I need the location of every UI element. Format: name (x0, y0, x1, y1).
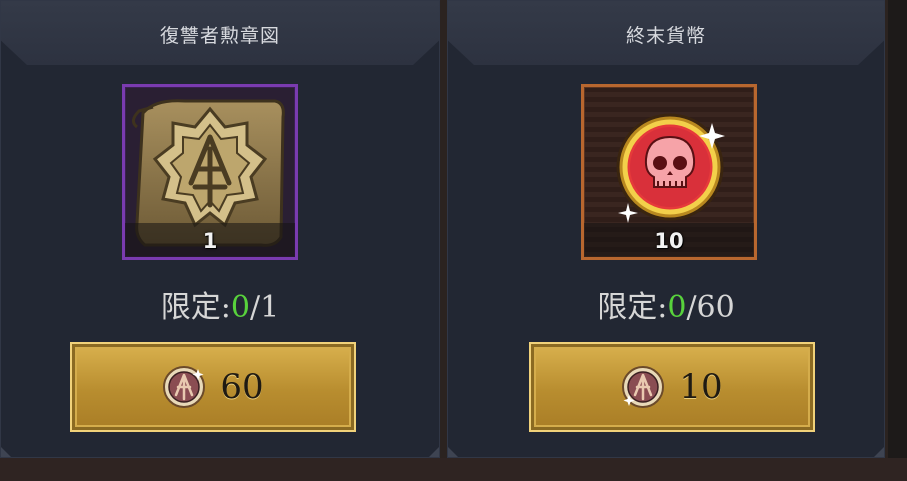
price-amount: 60 (220, 367, 264, 407)
limit-total: /1 (250, 290, 280, 325)
buy-button[interactable]: 60 (70, 342, 356, 432)
limit-label: 限定: (597, 290, 668, 325)
item-quantity: 10 (654, 229, 684, 253)
background-edge-bottom (0, 458, 907, 481)
item-icon-frame[interactable]: 1 (122, 84, 298, 260)
background-edge-right (888, 0, 907, 481)
item-title: 復讐者勲章図 (159, 25, 280, 47)
buy-button-content: 10 (531, 344, 813, 430)
item-icon-frame[interactable]: 10 (581, 84, 757, 260)
buy-button-content: 60 (72, 344, 354, 430)
corner-decoration (429, 447, 439, 457)
item-title: 終末貨幣 (625, 25, 706, 47)
purchase-limit: 限定:0/60 (447, 282, 885, 325)
limit-current-count: 0 (230, 290, 250, 325)
avenger-medal-coin-icon (163, 366, 206, 408)
item-quantity: 1 (202, 229, 218, 253)
corner-decoration (448, 447, 458, 457)
avenger-medal-coin-icon (622, 366, 665, 408)
purchase-limit: 限定:0/1 (0, 282, 440, 325)
corner-decoration (874, 447, 884, 457)
buy-button[interactable]: 10 (529, 342, 815, 432)
limit-total: /60 (686, 290, 735, 325)
limit-label: 限定: (160, 290, 231, 325)
limit-current-count: 0 (667, 290, 687, 325)
corner-decoration (1, 447, 11, 457)
price-amount: 10 (679, 367, 723, 407)
